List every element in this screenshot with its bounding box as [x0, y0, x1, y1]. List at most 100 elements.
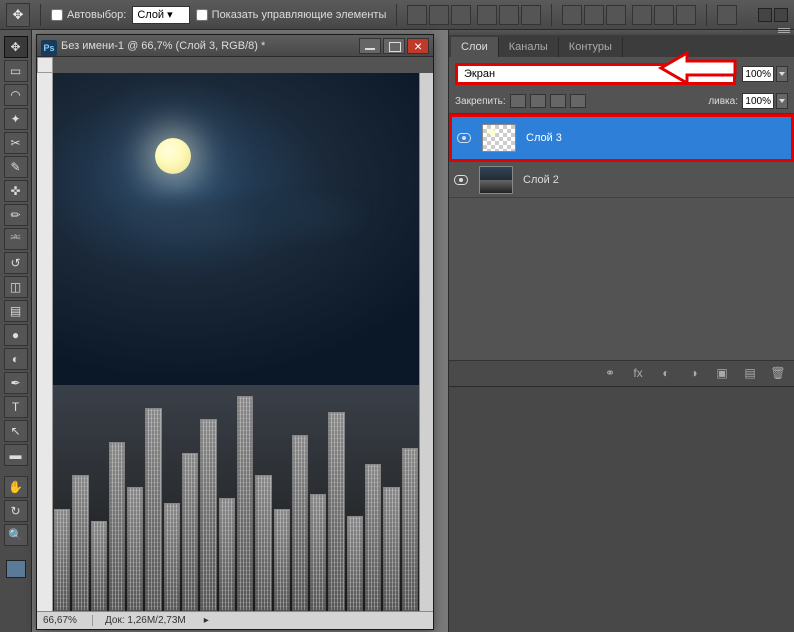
- panel-empty-area: [449, 386, 794, 632]
- document-titlebar[interactable]: Ps Без имени-1 @ 66,7% (Слой 3, RGB/8) *: [37, 35, 433, 57]
- visibility-toggle[interactable]: [452, 133, 476, 143]
- layer-thumbnail[interactable]: [482, 124, 516, 152]
- divider: [396, 4, 397, 26]
- layer-thumbnail[interactable]: [479, 166, 513, 194]
- brush-tool[interactable]: ✏: [4, 204, 28, 226]
- tab-paths[interactable]: Контуры: [559, 37, 623, 57]
- ps-icon: Ps: [41, 40, 57, 56]
- hand-tool[interactable]: ✋: [4, 476, 28, 498]
- delete-layer-icon[interactable]: 🗑: [768, 364, 788, 382]
- tab-layers[interactable]: Слои: [451, 37, 499, 57]
- layer-name[interactable]: Слой 3: [522, 132, 791, 144]
- ruler-corner: [37, 57, 53, 73]
- align-button[interactable]: [407, 5, 427, 25]
- align-button[interactable]: [477, 5, 497, 25]
- history-brush-tool[interactable]: ↺: [4, 252, 28, 274]
- new-layer-icon[interactable]: ▤: [740, 364, 760, 382]
- tab-channels[interactable]: Каналы: [499, 37, 559, 57]
- dodge-tool[interactable]: ◐: [4, 348, 28, 370]
- type-tool[interactable]: T: [4, 396, 28, 418]
- path-tool[interactable]: ↖: [4, 420, 28, 442]
- zoom-tool[interactable]: 🔍: [4, 524, 28, 546]
- move-tool[interactable]: ✥: [4, 36, 28, 58]
- lock-transparency-icon[interactable]: [510, 94, 526, 108]
- distribute-button[interactable]: [632, 5, 652, 25]
- divider: [706, 4, 707, 26]
- distribute-button[interactable]: [606, 5, 626, 25]
- lock-row: Закрепить: ливка:: [449, 91, 794, 114]
- adjustment-layer-icon[interactable]: ◑: [684, 364, 704, 382]
- foreground-color-swatch[interactable]: [6, 560, 26, 578]
- stamp-tool[interactable]: ⎃: [4, 228, 28, 250]
- opacity-field[interactable]: [742, 66, 788, 82]
- shape-tool[interactable]: ▬: [4, 444, 28, 466]
- fill-dropdown-icon[interactable]: [776, 93, 788, 109]
- canvas[interactable]: [53, 73, 419, 611]
- crop-tool[interactable]: ✂: [4, 132, 28, 154]
- options-bar: ✥ Автовыбор: Слой ▾ Показать управляющие…: [0, 0, 794, 30]
- distribute-button[interactable]: [676, 5, 696, 25]
- group-icon[interactable]: ▣: [712, 364, 732, 382]
- gradient-tool[interactable]: ▤: [4, 300, 28, 322]
- layer-name[interactable]: Слой 2: [519, 174, 794, 186]
- layers-list: Слой 3 Слой 2: [449, 114, 794, 360]
- move-tool-indicator: ✥: [6, 3, 30, 27]
- panel-tabs: Слои Каналы Контуры: [449, 35, 794, 57]
- divider: [40, 4, 41, 26]
- lock-all-icon[interactable]: [570, 94, 586, 108]
- align-button[interactable]: [429, 5, 449, 25]
- blur-tool[interactable]: ●: [4, 324, 28, 346]
- lasso-tool[interactable]: ◠: [4, 84, 28, 106]
- fill-field[interactable]: [742, 93, 788, 109]
- toolbox: ✥ ▭ ◠ ✦ ✂ ✎ ✜ ✏ ⎃ ↺ ◫ ▤ ● ◐ ✒ T ↖ ▬ ✋ ↻ …: [0, 30, 32, 632]
- align-button[interactable]: [521, 5, 541, 25]
- auto-select-target-dropdown[interactable]: Слой ▾: [132, 6, 189, 24]
- eyedropper-tool[interactable]: ✎: [4, 156, 28, 178]
- rotate-tool[interactable]: ↻: [4, 500, 28, 522]
- maximize-button[interactable]: [383, 38, 405, 54]
- healing-tool[interactable]: ✜: [4, 180, 28, 202]
- wand-tool[interactable]: ✦: [4, 108, 28, 130]
- blend-mode-dropdown[interactable]: Экран: [455, 63, 736, 85]
- close-button[interactable]: [407, 38, 429, 54]
- ruler-vertical[interactable]: [37, 73, 53, 611]
- auto-align-button[interactable]: [717, 5, 737, 25]
- pen-tool[interactable]: ✒: [4, 372, 28, 394]
- blend-mode-row: Экран: [449, 57, 794, 91]
- minimize-button[interactable]: [359, 38, 381, 54]
- document-footer: 66,67% Док: 1,26M/2,73M ▸: [37, 611, 433, 629]
- collapse-icon[interactable]: [758, 8, 772, 22]
- info-dropdown-icon[interactable]: ▸: [204, 615, 209, 626]
- zoom-value[interactable]: 66,67%: [43, 615, 93, 626]
- layer-row[interactable]: Слой 3: [449, 114, 794, 162]
- layer-mask-icon[interactable]: ◐: [656, 364, 676, 382]
- align-group-2: [477, 5, 541, 25]
- align-button[interactable]: [451, 5, 471, 25]
- opacity-dropdown-icon[interactable]: [776, 66, 788, 82]
- eraser-tool[interactable]: ◫: [4, 276, 28, 298]
- document-title: Ps Без имени-1 @ 66,7% (Слой 3, RGB/8) *: [41, 40, 359, 52]
- scrollbar-vertical[interactable]: [419, 73, 433, 611]
- lock-pixels-icon[interactable]: [530, 94, 546, 108]
- layer-row[interactable]: Слой 2: [449, 162, 794, 198]
- auto-select-checkbox[interactable]: Автовыбор:: [51, 9, 126, 21]
- auto-select-label: Автовыбор:: [67, 9, 126, 21]
- visibility-toggle[interactable]: [449, 175, 473, 185]
- doc-size-label: Док: 1,26M/2,73M: [105, 615, 186, 626]
- distribute-button[interactable]: [562, 5, 582, 25]
- document-window: Ps Без имени-1 @ 66,7% (Слой 3, RGB/8) *…: [36, 34, 434, 630]
- lock-label: Закрепить:: [455, 96, 506, 107]
- marquee-tool[interactable]: ▭: [4, 60, 28, 82]
- lock-position-icon[interactable]: [550, 94, 566, 108]
- link-layers-icon[interactable]: ⚭: [600, 364, 620, 382]
- layer-fx-icon[interactable]: fx: [628, 364, 648, 382]
- distribute-button[interactable]: [654, 5, 674, 25]
- fill-input[interactable]: [742, 93, 774, 109]
- opacity-input[interactable]: [742, 66, 774, 82]
- clouds-image: [108, 191, 368, 251]
- align-button[interactable]: [499, 5, 519, 25]
- show-controls-checkbox[interactable]: Показать управляющие элементы: [196, 9, 387, 21]
- eye-icon: [457, 133, 471, 143]
- distribute-button[interactable]: [584, 5, 604, 25]
- collapse-icon[interactable]: [774, 8, 788, 22]
